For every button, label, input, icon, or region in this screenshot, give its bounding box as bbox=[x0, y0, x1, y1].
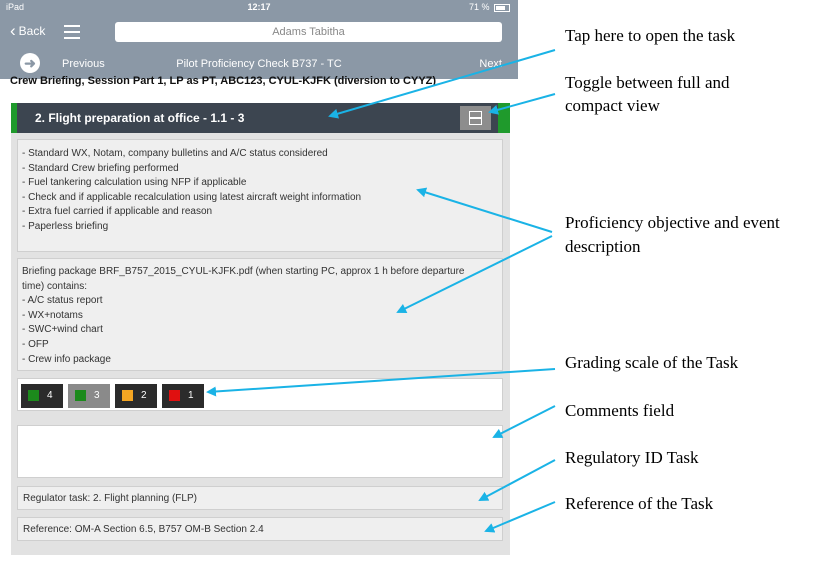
callout-open-task: Tap here to open the task bbox=[565, 26, 736, 45]
arrow-open-task bbox=[328, 49, 556, 119]
arrow-grading bbox=[206, 368, 556, 397]
callout-grading: Grading scale of the Task bbox=[565, 353, 739, 372]
callout-toggle-line2: compact view bbox=[565, 96, 660, 115]
callout-comments: Comments field bbox=[565, 401, 675, 420]
callout-objective-line2: description bbox=[565, 237, 641, 256]
callout-reference: Reference of the Task bbox=[565, 494, 714, 513]
arrow-comments bbox=[492, 405, 556, 438]
arrow-regulatory bbox=[478, 459, 556, 501]
callout-objective-line1: Proficiency objective and event bbox=[565, 213, 780, 232]
arrow-objective bbox=[416, 187, 553, 233]
arrow-toggle bbox=[488, 93, 556, 115]
arrow-description bbox=[396, 235, 553, 313]
callout-regulatory: Regulatory ID Task bbox=[565, 448, 699, 467]
callout-toggle-line1: Toggle between full and bbox=[565, 73, 730, 92]
arrow-reference bbox=[484, 501, 556, 533]
